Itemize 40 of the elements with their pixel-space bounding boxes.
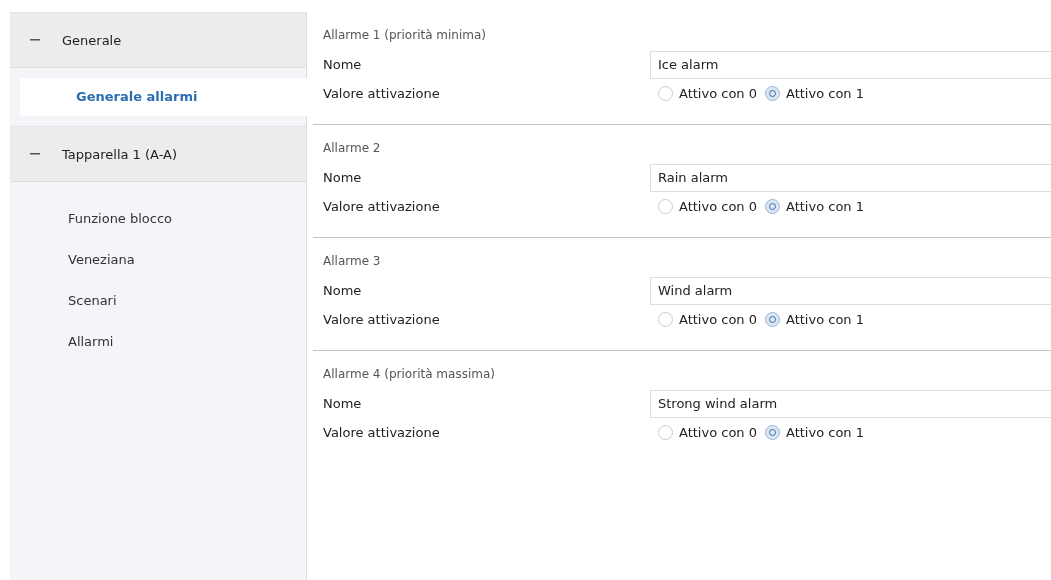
- field-label: Valore attivazione: [323, 199, 441, 214]
- field-label: Nome: [323, 283, 363, 298]
- group-label: Tapparella 1 (A-A): [62, 146, 178, 162]
- field-label: Nome: [323, 57, 363, 72]
- field-label: Valore attivazione: [323, 312, 441, 327]
- radio-label: Attivo con 0: [679, 199, 757, 214]
- field-label: Valore attivazione: [323, 425, 441, 440]
- field-label: Valore attivazione: [323, 86, 441, 101]
- group-header[interactable]: Generale: [10, 12, 306, 68]
- radio-label: Attivo con 0: [679, 425, 757, 440]
- radio-label: Attivo con 0: [679, 312, 757, 327]
- radio-option[interactable]: Attivo con 1: [765, 312, 864, 327]
- field-label: Nome: [323, 170, 363, 185]
- radio-option[interactable]: Attivo con 1: [765, 86, 864, 101]
- input-field[interactable]: Ice alarm: [650, 50, 1051, 79]
- section-title: Allarme 3: [323, 254, 382, 268]
- radio-label: Attivo con 1: [786, 425, 864, 440]
- sidebar-item[interactable]: Allarmi: [10, 321, 306, 362]
- field-label: Nome: [323, 396, 363, 411]
- radio-option[interactable]: Attivo con 1: [765, 199, 864, 214]
- input-field[interactable]: Wind alarm: [650, 276, 1051, 305]
- input-field[interactable]: Strong wind alarm: [650, 389, 1051, 418]
- radio-label: Attivo con 1: [786, 199, 864, 214]
- section-title: Allarme 1 (priorità minima): [323, 28, 488, 42]
- radio-option[interactable]: Attivo con 0: [658, 312, 757, 327]
- sidebar-item[interactable]: Veneziana: [10, 239, 306, 280]
- radio-label: Attivo con 1: [786, 86, 864, 101]
- radio-option[interactable]: Attivo con 0: [658, 425, 757, 440]
- section-title: Allarme 2: [323, 141, 382, 155]
- radio-label: Attivo con 0: [679, 86, 757, 101]
- group-header[interactable]: Tapparella 1 (A-A): [10, 126, 306, 182]
- radio-option[interactable]: Attivo con 1: [765, 425, 864, 440]
- section-title: Allarme 4 (priorità massima): [323, 367, 496, 381]
- radio-label: Attivo con 1: [786, 312, 864, 327]
- group-label: Generale: [62, 32, 122, 48]
- sidebar-item[interactable]: Scenari: [10, 280, 306, 321]
- input-field[interactable]: Rain alarm: [650, 163, 1051, 192]
- radio-option[interactable]: Attivo con 0: [658, 199, 757, 214]
- radio-option[interactable]: Attivo con 0: [658, 86, 757, 101]
- sidebar-item[interactable]: Funzione blocco: [10, 198, 306, 239]
